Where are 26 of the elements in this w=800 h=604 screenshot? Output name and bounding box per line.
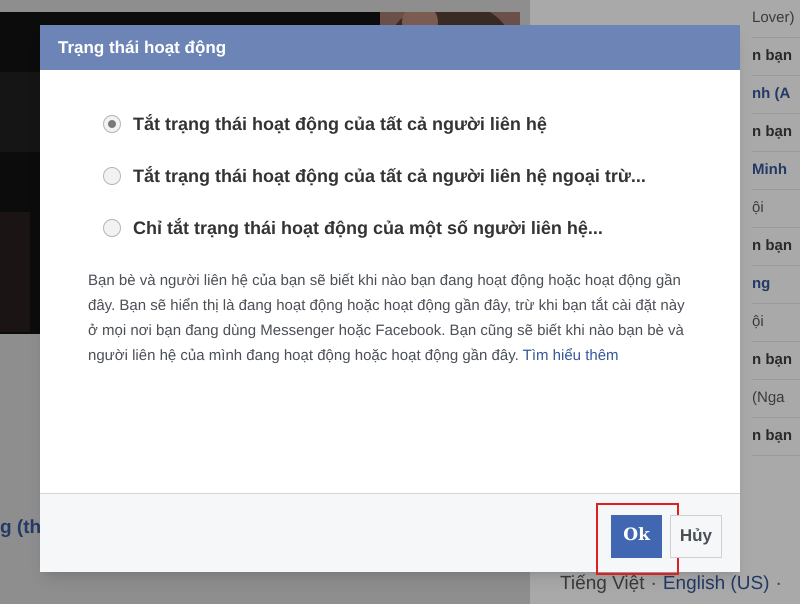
radio-button[interactable] bbox=[103, 115, 121, 133]
friend-text: ội bbox=[752, 314, 764, 331]
friend-text: ội bbox=[752, 200, 764, 217]
friend-text: (Nga bbox=[752, 390, 785, 407]
description-text: Bạn bè và người liên hệ của bạn sẽ biết khi nào bạn đang hoạt động hoặc hoạt động gần đây. Bạn sẽ hiển thị là đang hoạt động hoặc hoạt động gần đây, trừ khi bạn tắt cài đặt này ở mọi nơi bạn đang dùng Messenger hoặc Facebook. Bạn cũng sẽ biết khi nào bạn bè và người liên hệ của mình đang hoạt động hoặc hoạt động gần đây. Tìm hiểu thêm bbox=[88, 271, 686, 366]
radio-button[interactable] bbox=[103, 167, 121, 185]
option-label[interactable]: Chỉ tắt trạng thái hoạt động của một số người liên hệ... bbox=[133, 214, 648, 242]
separator-dot: · bbox=[775, 572, 782, 596]
friend-text: n bạn bbox=[752, 352, 792, 369]
dialog-title: Trạng thái hoạt động bbox=[58, 36, 226, 59]
language-link[interactable]: English (US) bbox=[662, 570, 770, 598]
friend-text: n bạn bbox=[752, 238, 792, 255]
option-label[interactable]: Tắt trạng thái hoạt động của tất cả người liên hệ ngoại trừ... bbox=[133, 162, 648, 190]
friend-text: nh (A bbox=[752, 86, 790, 103]
friend-text: n bạn bbox=[752, 48, 792, 65]
friend-text: Lover) bbox=[752, 10, 795, 27]
ok-button[interactable]: Ok bbox=[611, 514, 662, 558]
cancel-button[interactable]: Hủy bbox=[670, 514, 722, 558]
learn-more-link[interactable]: Tìm hiểu thêm bbox=[522, 347, 619, 364]
friend-text: n bạn bbox=[752, 124, 792, 141]
option-label[interactable]: Tắt trạng thái hoạt động của tất cả người liên hệ bbox=[133, 110, 648, 138]
radio-button[interactable] bbox=[103, 219, 121, 237]
friend-text: n bạn bbox=[752, 428, 792, 445]
friend-text: ng bbox=[752, 276, 770, 293]
friend-text: Minh bbox=[752, 162, 787, 179]
separator-dot: · bbox=[650, 572, 657, 596]
